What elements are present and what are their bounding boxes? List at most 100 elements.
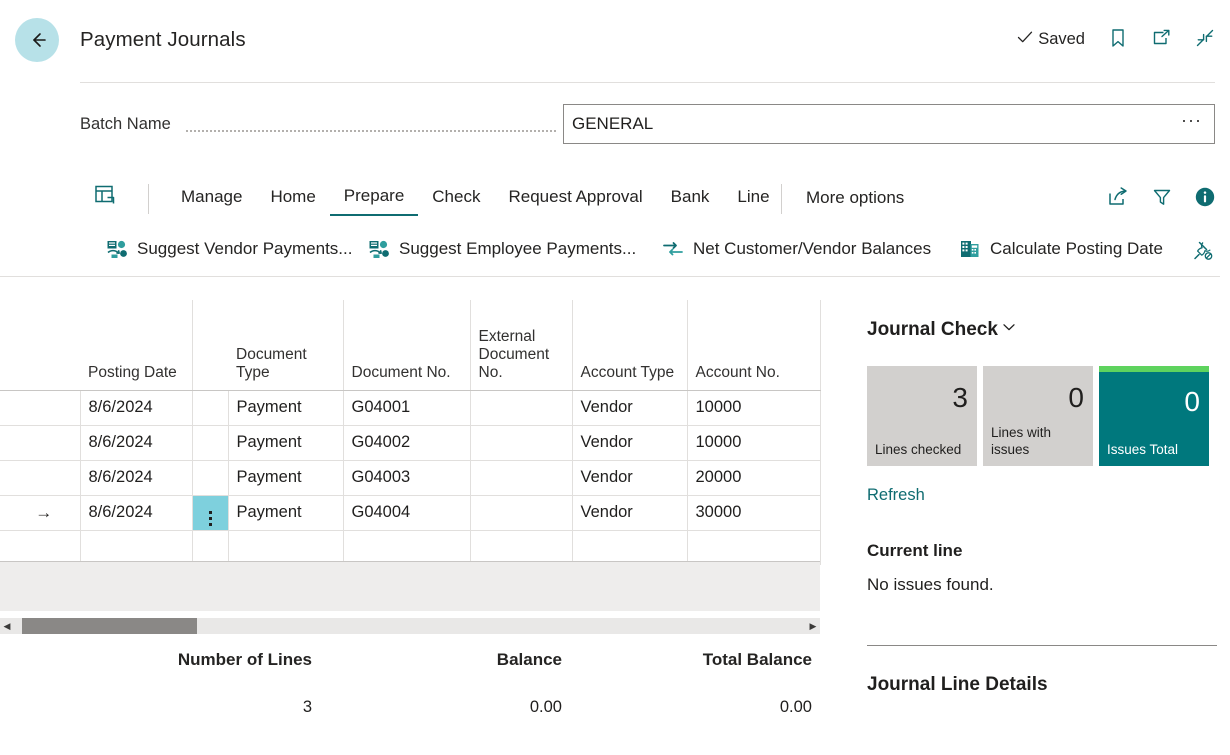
more-options-button[interactable]: More options [806, 188, 904, 208]
page-title: Payment Journals [80, 28, 246, 51]
cell-posting-date[interactable]: 8/6/2024 [80, 390, 193, 426]
cell-external-document-no[interactable] [470, 425, 573, 461]
calculate-posting-date-icon [959, 239, 981, 259]
column-header-document-no[interactable]: Document No. [343, 300, 471, 391]
cell-external-document-no[interactable] [470, 495, 573, 531]
cell-account-no[interactable]: 10000 [687, 425, 821, 461]
cell-posting-date[interactable] [80, 530, 193, 565]
cell-row-menu[interactable] [192, 390, 229, 426]
cell-external-document-no[interactable] [470, 390, 573, 426]
totals-values: 3 0.00 0.00 [0, 698, 820, 717]
tab-line[interactable]: Line [723, 181, 783, 215]
table-row[interactable]: 8/6/2024 Payment G04001 Vendor 10000 [0, 390, 821, 426]
column-header-external-document-no[interactable]: External Document No. [470, 300, 573, 391]
cell-row-menu[interactable] [192, 495, 229, 531]
tab-check[interactable]: Check [418, 181, 494, 215]
column-header-menu [192, 300, 228, 391]
cell-account-no[interactable] [687, 530, 821, 565]
cell-document-no[interactable]: G04002 [343, 425, 471, 461]
cell-account-type[interactable]: Vendor [572, 390, 688, 426]
tile-accent-bar [1099, 366, 1209, 372]
cell-document-type[interactable]: Payment [228, 460, 344, 496]
journal-check-heading[interactable]: Journal Check [867, 318, 1217, 342]
tab-home[interactable]: Home [256, 181, 329, 215]
value-total-balance: 0.00 [779, 698, 812, 716]
tab-request-approval[interactable]: Request Approval [494, 181, 656, 215]
cell-external-document-no[interactable] [470, 460, 573, 496]
cell-document-type[interactable] [228, 530, 344, 565]
tile-issues-total[interactable]: 0 Issues Total [1099, 366, 1209, 466]
scroll-right-arrow-icon[interactable]: ▶ [806, 621, 820, 631]
suggest-vendor-payments-button[interactable]: Suggest Vendor Payments... [104, 234, 354, 264]
unpin-icon[interactable] [1190, 239, 1214, 263]
column-header-posting-date[interactable]: Posting Date [80, 300, 193, 391]
scrollbar-thumb[interactable] [22, 618, 197, 634]
back-button[interactable] [15, 18, 59, 62]
cell-document-type[interactable]: Payment [228, 390, 344, 426]
grid-totals: Number of Lines Balance Total Balance 3 … [0, 650, 820, 717]
cell-posting-date[interactable]: 8/6/2024 [80, 495, 193, 531]
column-header-document-type[interactable]: Document Type [228, 300, 344, 391]
tab-manage[interactable]: Manage [167, 181, 256, 215]
filter-icon[interactable] [1151, 186, 1173, 208]
cell-posting-date[interactable]: 8/6/2024 [80, 425, 193, 461]
chevron-down-icon[interactable] [1000, 318, 1018, 342]
journal-line-details-heading[interactable]: Journal Line Details [867, 674, 1217, 696]
value-balance: 0.00 [529, 698, 562, 716]
cell-account-no[interactable]: 30000 [687, 495, 821, 531]
batch-name-lookup-button[interactable]: ··· [1181, 110, 1214, 138]
page-layout-icon[interactable] [92, 182, 118, 208]
cell-row-menu[interactable] [192, 530, 229, 565]
scrollbar-track[interactable] [14, 618, 806, 634]
ribbon-separator-2 [781, 184, 782, 214]
cell-document-type[interactable]: Payment [228, 425, 344, 461]
share-icon[interactable] [1106, 186, 1130, 208]
cell-document-no[interactable]: G04004 [343, 495, 471, 531]
cell-document-no[interactable] [343, 530, 471, 565]
cell-account-type[interactable]: Vendor [572, 425, 688, 461]
cell-document-no[interactable]: G04003 [343, 460, 471, 496]
net-customer-vendor-balances-button[interactable]: Net Customer/Vendor Balances [660, 234, 933, 264]
cell-document-type[interactable]: Payment [228, 495, 344, 531]
batch-name-value[interactable]: GENERAL [564, 114, 1181, 134]
cell-row-menu[interactable] [192, 460, 229, 496]
ribbon-actions: Suggest Vendor Payments... Suggest Emplo… [0, 230, 1230, 276]
table-row-new[interactable] [0, 530, 821, 565]
column-header-account-type[interactable]: Account Type [572, 300, 688, 391]
cell-account-no[interactable]: 20000 [687, 460, 821, 496]
current-line-heading: Current line [867, 541, 963, 560]
current-row-arrow-icon: → [35, 502, 53, 522]
actions-divider [0, 276, 1220, 277]
journal-check-tiles: 3 Lines checked 0 Lines with issues 0 Is… [867, 366, 1217, 466]
cell-posting-date[interactable]: 8/6/2024 [80, 460, 193, 496]
refresh-link[interactable]: Refresh [867, 486, 925, 505]
info-icon[interactable] [1194, 186, 1216, 208]
tab-bank[interactable]: Bank [657, 181, 724, 215]
row-indicator [0, 460, 81, 496]
cell-document-no[interactable]: G04001 [343, 390, 471, 426]
cell-account-type[interactable]: Vendor [572, 460, 688, 496]
scroll-left-arrow-icon[interactable]: ◀ [0, 621, 14, 631]
tab-prepare[interactable]: Prepare [329, 180, 419, 216]
cell-row-menu[interactable] [192, 425, 229, 461]
column-header-account-no[interactable]: Account No. [687, 300, 821, 391]
tile-lines-with-issues[interactable]: 0 Lines with issues [983, 366, 1093, 466]
cell-account-type[interactable] [572, 530, 688, 565]
cell-external-document-no[interactable] [470, 530, 573, 565]
tile-lines-checked[interactable]: 3 Lines checked [867, 366, 977, 466]
table-row[interactable]: 8/6/2024 Payment G04002 Vendor 10000 [0, 425, 821, 461]
collapse-icon[interactable] [1194, 27, 1216, 49]
suggest-employee-payments-button[interactable]: Suggest Employee Payments... [366, 234, 638, 264]
batch-name-input[interactable]: GENERAL ··· [563, 104, 1215, 144]
cell-account-no[interactable]: 10000 [687, 390, 821, 426]
kebab-menu-icon[interactable] [208, 510, 212, 526]
horizontal-scrollbar[interactable]: ◀ ▶ [0, 618, 820, 634]
tile-issues-total-value: 0 [1184, 386, 1200, 417]
table-row-selected[interactable]: → 8/6/2024 Payment G04004 Vendor 30000 [0, 495, 821, 531]
bookmark-icon[interactable] [1108, 27, 1128, 49]
open-in-new-window-icon[interactable] [1150, 27, 1172, 49]
grid-footer-band [0, 561, 820, 611]
table-row[interactable]: 8/6/2024 Payment G04003 Vendor 20000 [0, 460, 821, 496]
cell-account-type[interactable]: Vendor [572, 495, 688, 531]
calculate-posting-date-button[interactable]: Calculate Posting Date [957, 234, 1165, 264]
